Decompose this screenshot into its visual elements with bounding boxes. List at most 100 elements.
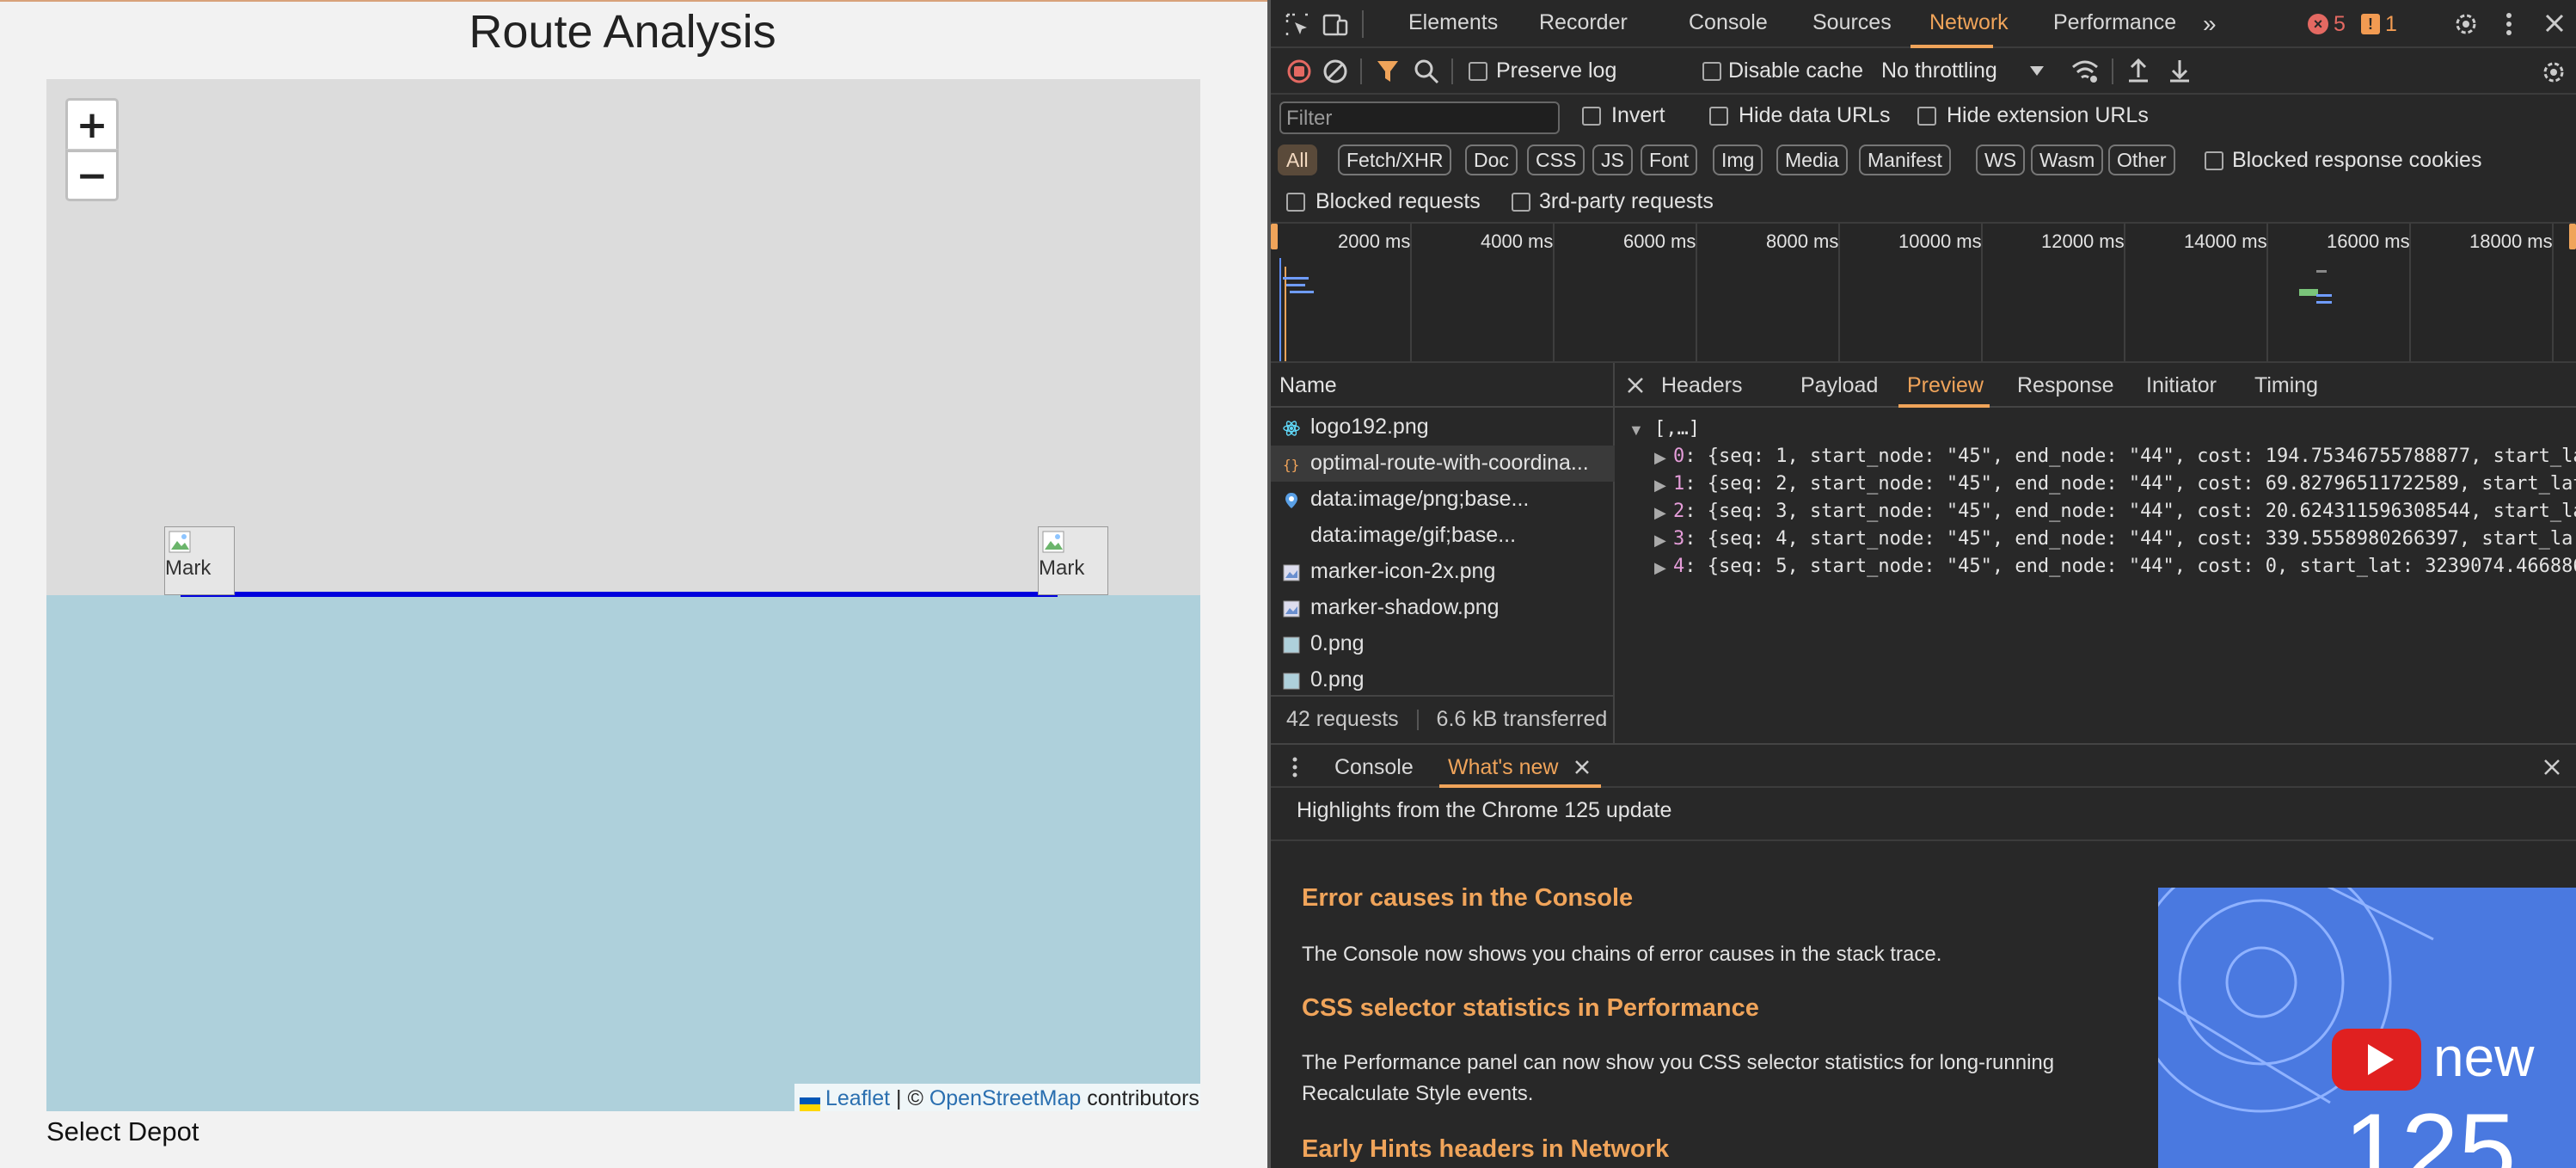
warning-icon: ! — [2361, 14, 2380, 34]
network-settings-icon[interactable] — [2540, 58, 2567, 86]
request-list: Name logo192.png {} optimal-route-with-c… — [1271, 363, 1615, 743]
zoom-out-button[interactable]: − — [65, 150, 119, 201]
request-row[interactable]: 0.png — [1271, 662, 1615, 698]
collapsed-arrow-icon[interactable]: ▶ — [1654, 476, 1666, 495]
search-icon[interactable] — [1414, 58, 1439, 84]
drawer-tab-console[interactable]: Console — [1334, 755, 1414, 780]
request-name: marker-icon-2x.png — [1310, 559, 1496, 583]
more-options-icon[interactable] — [2502, 10, 2516, 38]
request-row-selected[interactable]: {} optimal-route-with-coordina... — [1271, 446, 1615, 482]
collapsed-arrow-icon[interactable]: ▶ — [1654, 504, 1666, 522]
tab-preview[interactable]: Preview — [1907, 373, 1984, 398]
more-tabs-icon[interactable]: » — [2203, 10, 2217, 38]
timeline-range-handle-right[interactable] — [2569, 224, 2576, 249]
type-js[interactable]: JS — [1592, 144, 1633, 175]
tab-headers[interactable]: Headers — [1661, 373, 1743, 398]
request-row[interactable]: marker-icon-2x.png — [1271, 554, 1615, 590]
whats-new-section-title[interactable]: Early Hints headers in Network — [1302, 1135, 1669, 1164]
stop-recording-icon[interactable] — [1286, 58, 1312, 84]
error-count[interactable]: 5 — [2334, 12, 2346, 37]
preview-item[interactable]: ▶ 3: {seq: 4, start_node: "45", end_node… — [1615, 528, 2576, 557]
type-ws[interactable]: WS — [1976, 144, 2026, 175]
close-devtools-icon[interactable] — [2543, 12, 2566, 34]
request-row[interactable]: data:image/gif;base... — [1271, 518, 1615, 554]
whats-new-video-thumbnail[interactable]: new 125 — [2158, 888, 2576, 1168]
timeline-tick-label: 6000 ms — [1623, 231, 1696, 252]
tab-timing[interactable]: Timing — [2254, 373, 2318, 398]
clear-icon[interactable] — [1322, 58, 1348, 84]
name-column-header[interactable]: Name — [1271, 363, 1615, 408]
tab-elements[interactable]: Elements — [1408, 10, 1498, 35]
preview-item[interactable]: ▶ 2: {seq: 3, start_node: "45", end_node… — [1615, 501, 2576, 530]
leaflet-map[interactable]: + − Mark Mark Leaflet | © OpenStreetMap … — [46, 79, 1200, 1111]
tab-recorder[interactable]: Recorder — [1539, 10, 1628, 35]
timeline-range-handle-left[interactable] — [1271, 224, 1278, 249]
device-toolbar-icon[interactable] — [1322, 12, 1348, 38]
collapsed-arrow-icon[interactable]: ▶ — [1654, 449, 1666, 467]
blocked-response-cookies-checkbox[interactable] — [2205, 151, 2223, 170]
whats-new-section-title[interactable]: Error causes in the Console — [1302, 884, 1633, 913]
type-manifest[interactable]: Manifest — [1859, 144, 1951, 175]
close-detail-icon[interactable] — [1625, 375, 1646, 396]
request-name: logo192.png — [1310, 415, 1429, 439]
tab-sources[interactable]: Sources — [1812, 10, 1892, 35]
collapsed-arrow-icon[interactable]: ▶ — [1654, 559, 1666, 577]
type-font[interactable]: Font — [1641, 144, 1698, 175]
inspect-element-icon[interactable] — [1285, 12, 1310, 38]
tab-console[interactable]: Console — [1689, 10, 1768, 35]
preserve-log-checkbox[interactable] — [1469, 62, 1487, 81]
tab-performance[interactable]: Performance — [2053, 10, 2176, 35]
map-marker-start[interactable]: Mark — [164, 526, 235, 595]
settings-gear-icon[interactable] — [2452, 10, 2480, 38]
timeline-bar — [2299, 289, 2318, 296]
tab-initiator[interactable]: Initiator — [2146, 373, 2217, 398]
drawer-menu-icon[interactable] — [1290, 755, 1300, 779]
chevron-down-icon[interactable] — [2029, 65, 2045, 77]
request-row[interactable]: logo192.png — [1271, 409, 1615, 446]
warning-count[interactable]: 1 — [2385, 12, 2397, 37]
close-drawer-icon[interactable] — [2542, 757, 2562, 778]
preview-item[interactable]: ▶ 4: {seq: 5, start_node: "45", end_node… — [1615, 556, 2576, 585]
type-all[interactable]: All — [1278, 144, 1317, 175]
hide-extension-urls-checkbox[interactable] — [1917, 107, 1936, 126]
hide-data-urls-checkbox[interactable] — [1709, 107, 1728, 126]
type-other[interactable]: Other — [2108, 144, 2175, 175]
tab-response[interactable]: Response — [2017, 373, 2114, 398]
type-css[interactable]: CSS — [1527, 144, 1585, 175]
zoom-in-button[interactable]: + — [65, 98, 119, 150]
map-marker-end[interactable]: Mark — [1038, 526, 1108, 595]
type-media[interactable]: Media — [1776, 144, 1848, 175]
request-row[interactable]: 0.png — [1271, 626, 1615, 662]
request-row[interactable]: marker-shadow.png — [1271, 590, 1615, 626]
tab-payload[interactable]: Payload — [1800, 373, 1878, 398]
preview-item[interactable]: ▶ 0: {seq: 1, start_node: "45", end_node… — [1615, 446, 2576, 475]
request-detail-pane: Headers Payload Preview Response Initiat… — [1615, 363, 2576, 743]
network-timeline-overview[interactable]: 2000 ms 4000 ms 6000 ms 8000 ms 10000 ms… — [1271, 224, 2576, 363]
third-party-checkbox[interactable] — [1512, 193, 1530, 212]
expand-arrow-icon[interactable]: ▼ — [1628, 421, 1644, 440]
type-img[interactable]: Img — [1713, 144, 1763, 175]
route-polyline[interactable] — [181, 592, 1058, 597]
preview-item[interactable]: ▶ 1: {seq: 2, start_node: "45", end_node… — [1615, 473, 2576, 502]
invert-checkbox[interactable] — [1582, 107, 1601, 126]
throttling-select[interactable]: No throttling — [1881, 58, 1997, 83]
type-wasm[interactable]: Wasm — [2031, 144, 2104, 175]
osm-link[interactable]: OpenStreetMap — [929, 1086, 1082, 1110]
whats-new-section-title[interactable]: CSS selector statistics in Performance — [1302, 994, 1759, 1023]
disable-cache-checkbox[interactable] — [1702, 62, 1721, 81]
type-fetch-xhr[interactable]: Fetch/XHR — [1338, 144, 1452, 175]
network-conditions-icon[interactable] — [2070, 58, 2100, 84]
import-har-icon[interactable] — [2125, 57, 2151, 84]
tab-network[interactable]: Network — [1929, 10, 2009, 35]
export-har-icon[interactable] — [2167, 57, 2193, 84]
drawer-tab-whats-new[interactable]: What's new — [1448, 755, 1558, 780]
filter-funnel-icon[interactable] — [1376, 58, 1400, 84]
close-tab-icon[interactable] — [1573, 759, 1591, 776]
type-doc[interactable]: Doc — [1465, 144, 1518, 175]
collapsed-arrow-icon[interactable]: ▶ — [1654, 532, 1666, 550]
request-row[interactable]: data:image/png;base... — [1271, 482, 1615, 518]
preview-root[interactable]: [,…] — [1654, 418, 1700, 440]
filter-input[interactable]: Filter — [1279, 101, 1560, 134]
blocked-requests-checkbox[interactable] — [1286, 193, 1305, 212]
leaflet-link[interactable]: Leaflet — [825, 1086, 890, 1110]
